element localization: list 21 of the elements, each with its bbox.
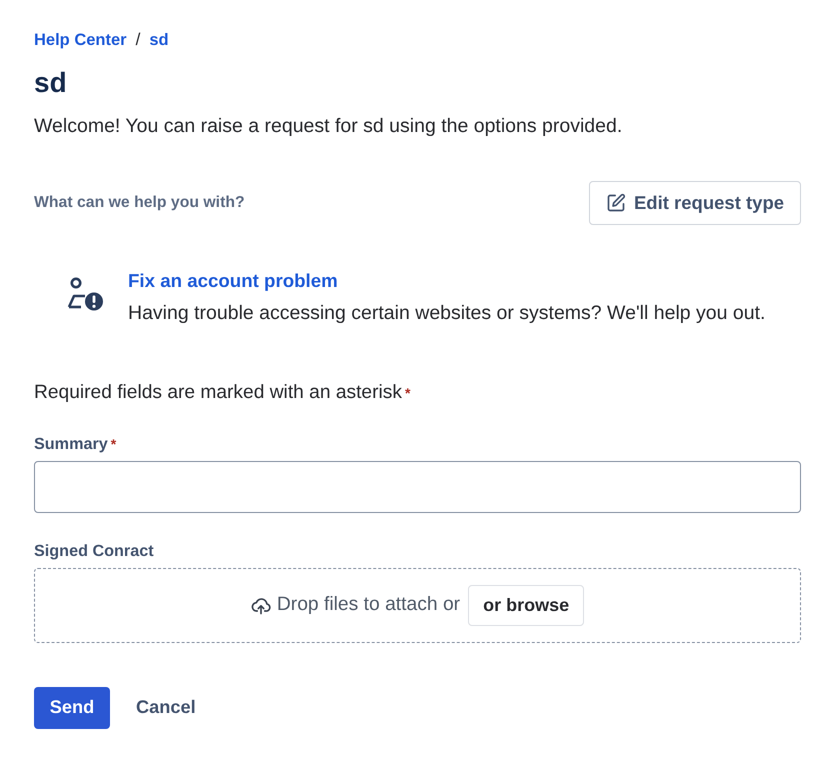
field-label: Summary * [34, 434, 118, 455]
cancel-button[interactable]: Cancel [136, 687, 196, 729]
request-type-link[interactable]: Fix an account problem [128, 268, 338, 294]
edit-icon [606, 193, 626, 213]
page-title: sd [34, 67, 68, 99]
section-label: What can we help you with? [34, 193, 245, 214]
breadcrumb-link[interactable]: sd [149, 29, 169, 51]
drop-files-text: Drop files to attach or [276, 593, 460, 618]
browse-button[interactable]: or browse [468, 585, 584, 626]
send-button[interactable]: Send [34, 687, 110, 729]
person-alert-icon [67, 277, 103, 311]
welcome-text: Welcome! You can raise a request for sd using the options provided. [34, 114, 624, 139]
required-fields-note: Required fields are marked with an asterisk* [34, 381, 412, 405]
field-label: Signed Conract [34, 541, 155, 562]
upload-cloud-icon [250, 596, 271, 616]
breadcrumb-separator: / [136, 29, 140, 51]
file-drop-zone[interactable]: Drop files to attach or or browse [34, 568, 801, 643]
request-type-description: Having trouble accessing certain websites or systems? We'll help you out. [128, 301, 766, 326]
breadcrumb-link[interactable]: Help Center [34, 29, 127, 51]
edit-request-type-button[interactable]: Edit request type [589, 181, 801, 225]
summary-input-field[interactable] [34, 461, 801, 513]
